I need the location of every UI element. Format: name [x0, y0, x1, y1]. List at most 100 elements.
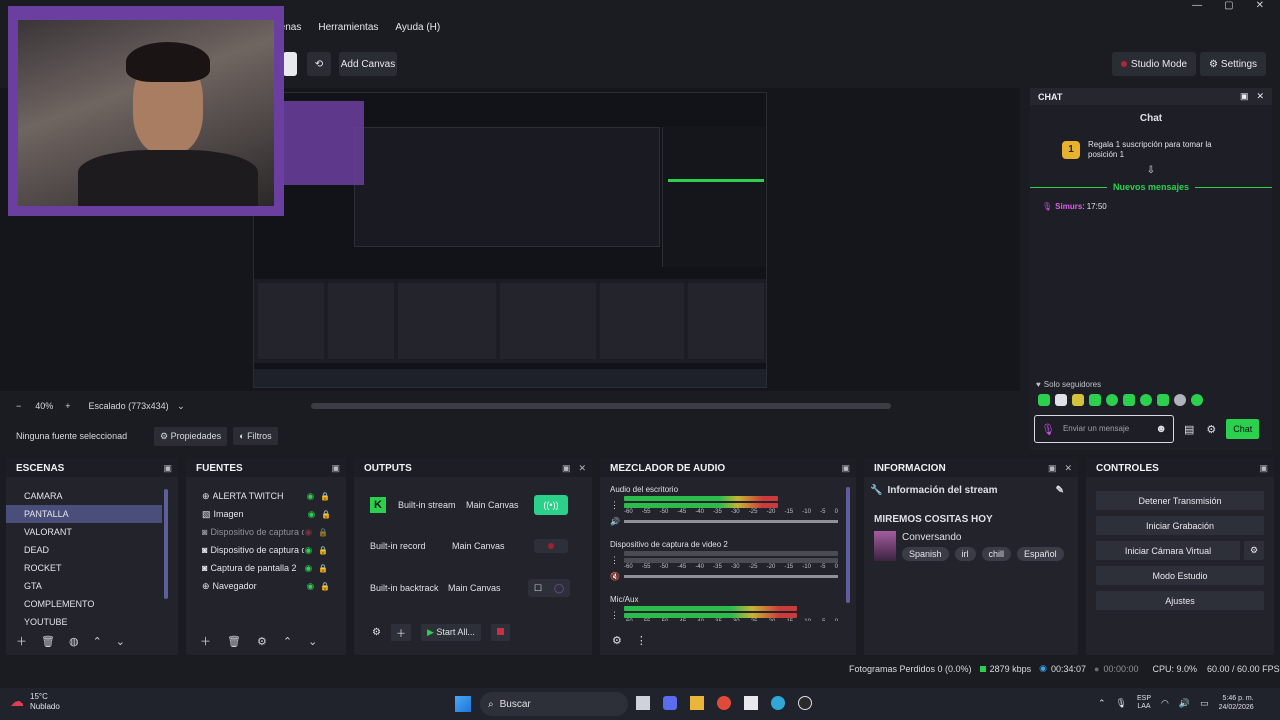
emoji-icon[interactable]: ☻ [1155, 423, 1167, 435]
mixer-scrollbar[interactable] [846, 487, 850, 603]
menu-ayuda[interactable]: Ayuda (H) [395, 22, 440, 42]
mixer-menu-icon[interactable]: ⋮ [636, 634, 647, 647]
explorer-icon[interactable] [690, 696, 704, 710]
battery-icon[interactable]: ▭ [1200, 698, 1209, 709]
source-settings-icon[interactable]: ⚙ [257, 635, 267, 648]
scale-select[interactable]: Escalado (773x434) ⌄ [89, 401, 185, 412]
scenes-scrollbar[interactable] [164, 489, 168, 599]
source-item[interactable]: ▧ Imagen ◉ 🔒 [186, 505, 346, 523]
mixer-settings-icon[interactable]: ⚙ [612, 634, 622, 647]
close-icon[interactable]: ✕ [1064, 463, 1072, 474]
add-source-icon[interactable]: ＋ [200, 633, 211, 649]
scene-item[interactable]: GTA [6, 577, 162, 595]
chat-username[interactable]: Simurs [1055, 202, 1082, 211]
mic-tray-icon[interactable]: 🎙 [1116, 698, 1127, 709]
lock-icon[interactable]: 🔒 [320, 492, 330, 501]
move-down-icon[interactable]: ⌄ [116, 635, 125, 648]
close-window-button[interactable]: ✕ [1256, 0, 1264, 14]
scene-item[interactable]: DEAD [6, 541, 162, 559]
emote-icon[interactable] [1191, 394, 1203, 406]
scene-item[interactable]: ROCKET [6, 559, 162, 577]
add-canvas-button[interactable]: Add Canvas [339, 52, 397, 76]
output-settings-icon[interactable]: ⚙ [372, 627, 381, 638]
source-item[interactable]: ◙ Dispositivo de captura de ◉ 🔒 [186, 523, 346, 541]
language[interactable]: ESP [1137, 695, 1151, 703]
undock-icon[interactable]: ▣ [1259, 463, 1268, 474]
zoom-in-button[interactable]: + [65, 401, 70, 411]
scene-filter-icon[interactable]: ◍ [69, 635, 79, 648]
stream-toggle[interactable]: ((•)) [534, 495, 568, 515]
start-recording-button[interactable]: Iniciar Grabación [1096, 516, 1264, 535]
record-toggle[interactable] [534, 539, 568, 553]
close-icon[interactable]: ✕ [1256, 91, 1264, 102]
emote-icon[interactable] [1072, 394, 1084, 406]
task-view-icon[interactable] [636, 696, 650, 710]
virtual-camera-settings-button[interactable]: ⚙ [1244, 541, 1264, 560]
minimize-button[interactable]: — [1192, 0, 1202, 14]
undock-icon[interactable]: ▣ [1240, 91, 1249, 102]
visibility-icon[interactable]: ◉ [304, 563, 312, 574]
preview-scrollbar[interactable] [311, 403, 891, 409]
source-item[interactable]: ⊕ ALERTA TWITCH ◉ 🔒 [186, 487, 346, 505]
filters-button[interactable]: ◐ Filtros [233, 427, 278, 445]
stream-tag[interactable]: Spanish [902, 546, 949, 561]
emote-icon[interactable] [1106, 394, 1118, 406]
emote-icon[interactable] [1055, 394, 1067, 406]
maximize-button[interactable]: ▢ [1224, 0, 1233, 14]
properties-button[interactable]: ⚙ Propiedades [154, 426, 228, 446]
scene-item[interactable]: YOUTUBE [6, 613, 162, 627]
visibility-icon[interactable]: ◉ [304, 527, 312, 538]
gift-banner[interactable]: 1 Regala 1 suscripción para tomar la pos… [1062, 140, 1272, 159]
taskbar-search[interactable]: ⌕ Buscar [480, 692, 628, 716]
edge-icon[interactable] [771, 696, 785, 710]
source-item[interactable]: ⊕ Navegador ◉ 🔒 [186, 577, 346, 595]
scene-item[interactable]: CAMARA [6, 487, 162, 505]
close-icon[interactable]: ✕ [578, 463, 586, 474]
channel-menu-icon[interactable]: ⋮ [610, 610, 624, 621]
stream-tag[interactable]: irl [954, 546, 976, 561]
zoom-out-button[interactable]: − [16, 401, 21, 411]
store-icon[interactable] [744, 696, 758, 710]
emote-icon[interactable] [1140, 394, 1152, 406]
add-scene-icon[interactable]: ＋ [16, 633, 27, 649]
studio-mode-control-button[interactable]: Modo Estudio [1096, 566, 1264, 585]
lock-icon[interactable]: 🔒 [321, 510, 331, 519]
add-output-icon[interactable]: ＋ [390, 624, 411, 641]
lock-icon[interactable]: 🔒 [318, 546, 328, 555]
move-down-icon[interactable]: ⌄ [308, 635, 317, 648]
refresh-button[interactable]: ⟲ [307, 52, 331, 76]
undock-icon[interactable]: ▣ [1048, 463, 1057, 474]
stop-stream-button[interactable]: Detener Transmisión [1096, 491, 1264, 510]
lock-button[interactable] [283, 52, 297, 76]
channel-menu-icon[interactable]: ⋮ [610, 500, 624, 511]
muted-speaker-icon[interactable]: 🔇 [610, 572, 624, 581]
stop-all-button[interactable] [490, 624, 510, 641]
source-item[interactable]: ◙ Captura de pantalla 2 ◉ 🔒 [186, 559, 346, 577]
delete-source-icon[interactable]: 🗑 [227, 635, 241, 648]
preview-canvas[interactable] [253, 92, 767, 388]
wifi-icon[interactable]: ◠ [1161, 698, 1169, 709]
volume-slider[interactable] [624, 575, 838, 578]
undock-icon[interactable]: ▣ [562, 463, 571, 474]
scene-item[interactable]: PANTALLA [6, 505, 162, 523]
start-all-button[interactable]: ▶ Start All... [420, 624, 481, 641]
channel-menu-icon[interactable]: ⋮ [610, 555, 624, 566]
settings-control-button[interactable]: Ajustes [1096, 591, 1264, 610]
scroll-down-icon[interactable]: ⇩ [1030, 165, 1272, 176]
visibility-icon[interactable]: ◉ [308, 509, 316, 520]
tray-chevron-icon[interactable]: ⌃ [1098, 698, 1106, 709]
undock-icon[interactable]: ▣ [331, 463, 340, 474]
undock-icon[interactable]: ▣ [841, 463, 850, 474]
chrome-icon[interactable] [717, 696, 731, 710]
visibility-icon[interactable]: ◉ [307, 491, 315, 502]
lock-icon[interactable]: 🔒 [318, 564, 328, 573]
source-item[interactable]: ◙ Dispositivo de captura de ◉ 🔒 [186, 541, 346, 559]
edit-icon[interactable]: ✎ [1056, 485, 1064, 496]
scene-item[interactable]: COMPLEMENTO [6, 595, 162, 613]
weather-widget[interactable]: ☁ 15°C Nublado [10, 692, 60, 711]
delete-scene-icon[interactable]: 🗑 [41, 635, 55, 648]
scene-item[interactable]: VALORANT [6, 523, 162, 541]
undock-icon[interactable]: ▣ [163, 463, 172, 474]
emote-icon[interactable] [1038, 394, 1050, 406]
chat-settings-icon[interactable]: ⚙ [1206, 423, 1216, 436]
